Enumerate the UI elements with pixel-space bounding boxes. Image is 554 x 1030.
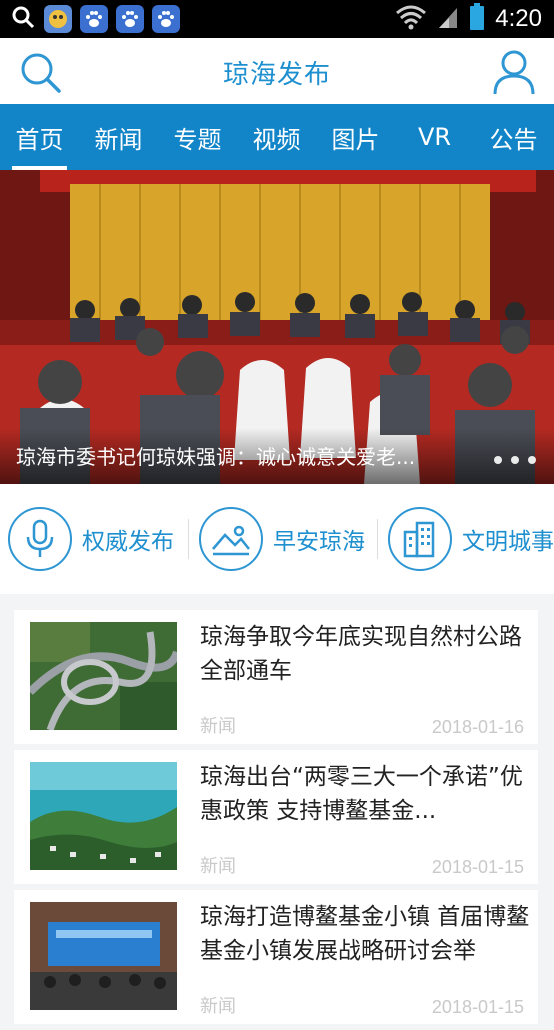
news-title: 琼海打造博鳌基金小镇 首届博鳌基金小镇发展战略研讨会举 — [200, 904, 530, 964]
app-icon — [44, 5, 72, 33]
quick-link-authority[interactable]: 权威发布 — [8, 484, 174, 594]
quick-links: 权威发布 早安琼海 文明城事 — [0, 484, 554, 594]
tab-pictures[interactable]: 图片 — [316, 104, 395, 170]
tab-vr[interactable]: VR — [395, 104, 474, 170]
quick-link-civic[interactable]: 文明城事 — [388, 484, 554, 594]
carousel-dot[interactable] — [511, 456, 519, 464]
status-bar: 4:20 — [0, 0, 554, 38]
divider — [188, 519, 189, 559]
signal-icon — [437, 4, 459, 34]
news-feed: 琼海争取今年底实现自然村公路全部通车 新闻 2018-01-16 琼海出台“两零… — [14, 610, 538, 1030]
news-date: 2018-01-15 — [431, 997, 524, 1017]
paw-icon — [152, 5, 180, 33]
news-thumbnail — [30, 902, 177, 1010]
tab-topics[interactable]: 专题 — [158, 104, 237, 170]
banner-carousel[interactable]: 琼海市委书记何琼妹强调：诚心诚意关爱老... — [0, 170, 554, 484]
news-date: 2018-01-16 — [431, 717, 524, 737]
paw-icon — [116, 5, 144, 33]
news-title: 琼海争取今年底实现自然村公路全部通车 — [200, 624, 522, 684]
user-icon[interactable] — [492, 48, 536, 96]
news-date: 2018-01-15 — [431, 857, 524, 877]
tab-video[interactable]: 视频 — [237, 104, 316, 170]
news-source: 新闻 — [200, 856, 236, 877]
quick-link-label: 权威发布 — [82, 529, 174, 555]
buildings-icon — [388, 507, 452, 571]
carousel-dots — [494, 456, 536, 464]
news-card[interactable]: 琼海打造博鳌基金小镇 首届博鳌基金小镇发展战略研讨会举 新闻 2018-01-1… — [14, 890, 538, 1024]
banner-caption: 琼海市委书记何琼妹强调：诚心诚意关爱老... — [16, 445, 416, 469]
page-title: 琼海发布 — [222, 60, 331, 90]
search-icon — [10, 4, 36, 34]
divider — [377, 519, 378, 559]
status-time: 4:20 — [495, 5, 542, 32]
news-source: 新闻 — [200, 996, 236, 1017]
tab-home[interactable]: 首页 — [0, 104, 79, 170]
tab-bar: 首页 新闻 专题 视频 图片 VR 公告 — [0, 104, 554, 170]
news-card[interactable]: 琼海出台“两零三大一个承诺”优惠政策 支持博鳌基金... 新闻 2018-01-… — [14, 750, 538, 884]
carousel-dot[interactable] — [528, 456, 536, 464]
news-source: 新闻 — [200, 716, 236, 737]
tab-news[interactable]: 新闻 — [79, 104, 158, 170]
news-title: 琼海出台“两零三大一个承诺”优惠政策 支持博鳌基金... — [200, 764, 523, 824]
landscape-icon — [199, 507, 263, 571]
quick-link-morning[interactable]: 早安琼海 — [199, 484, 365, 594]
tab-announcements[interactable]: 公告 — [474, 104, 553, 170]
paw-icon — [80, 5, 108, 33]
wifi-icon — [395, 4, 427, 34]
news-thumbnail — [30, 622, 177, 730]
battery-icon — [469, 3, 485, 35]
carousel-dot[interactable] — [494, 456, 502, 464]
quick-link-label: 文明城事 — [462, 529, 554, 555]
quick-link-label: 早安琼海 — [273, 529, 365, 555]
app-header: 琼海发布 — [0, 38, 554, 104]
banner-caption-bar: 琼海市委书记何琼妹强调：诚心诚意关爱老... — [0, 428, 554, 484]
news-card[interactable]: 琼海争取今年底实现自然村公路全部通车 新闻 2018-01-16 — [14, 610, 538, 744]
news-thumbnail — [30, 762, 177, 870]
microphone-icon — [8, 507, 72, 571]
